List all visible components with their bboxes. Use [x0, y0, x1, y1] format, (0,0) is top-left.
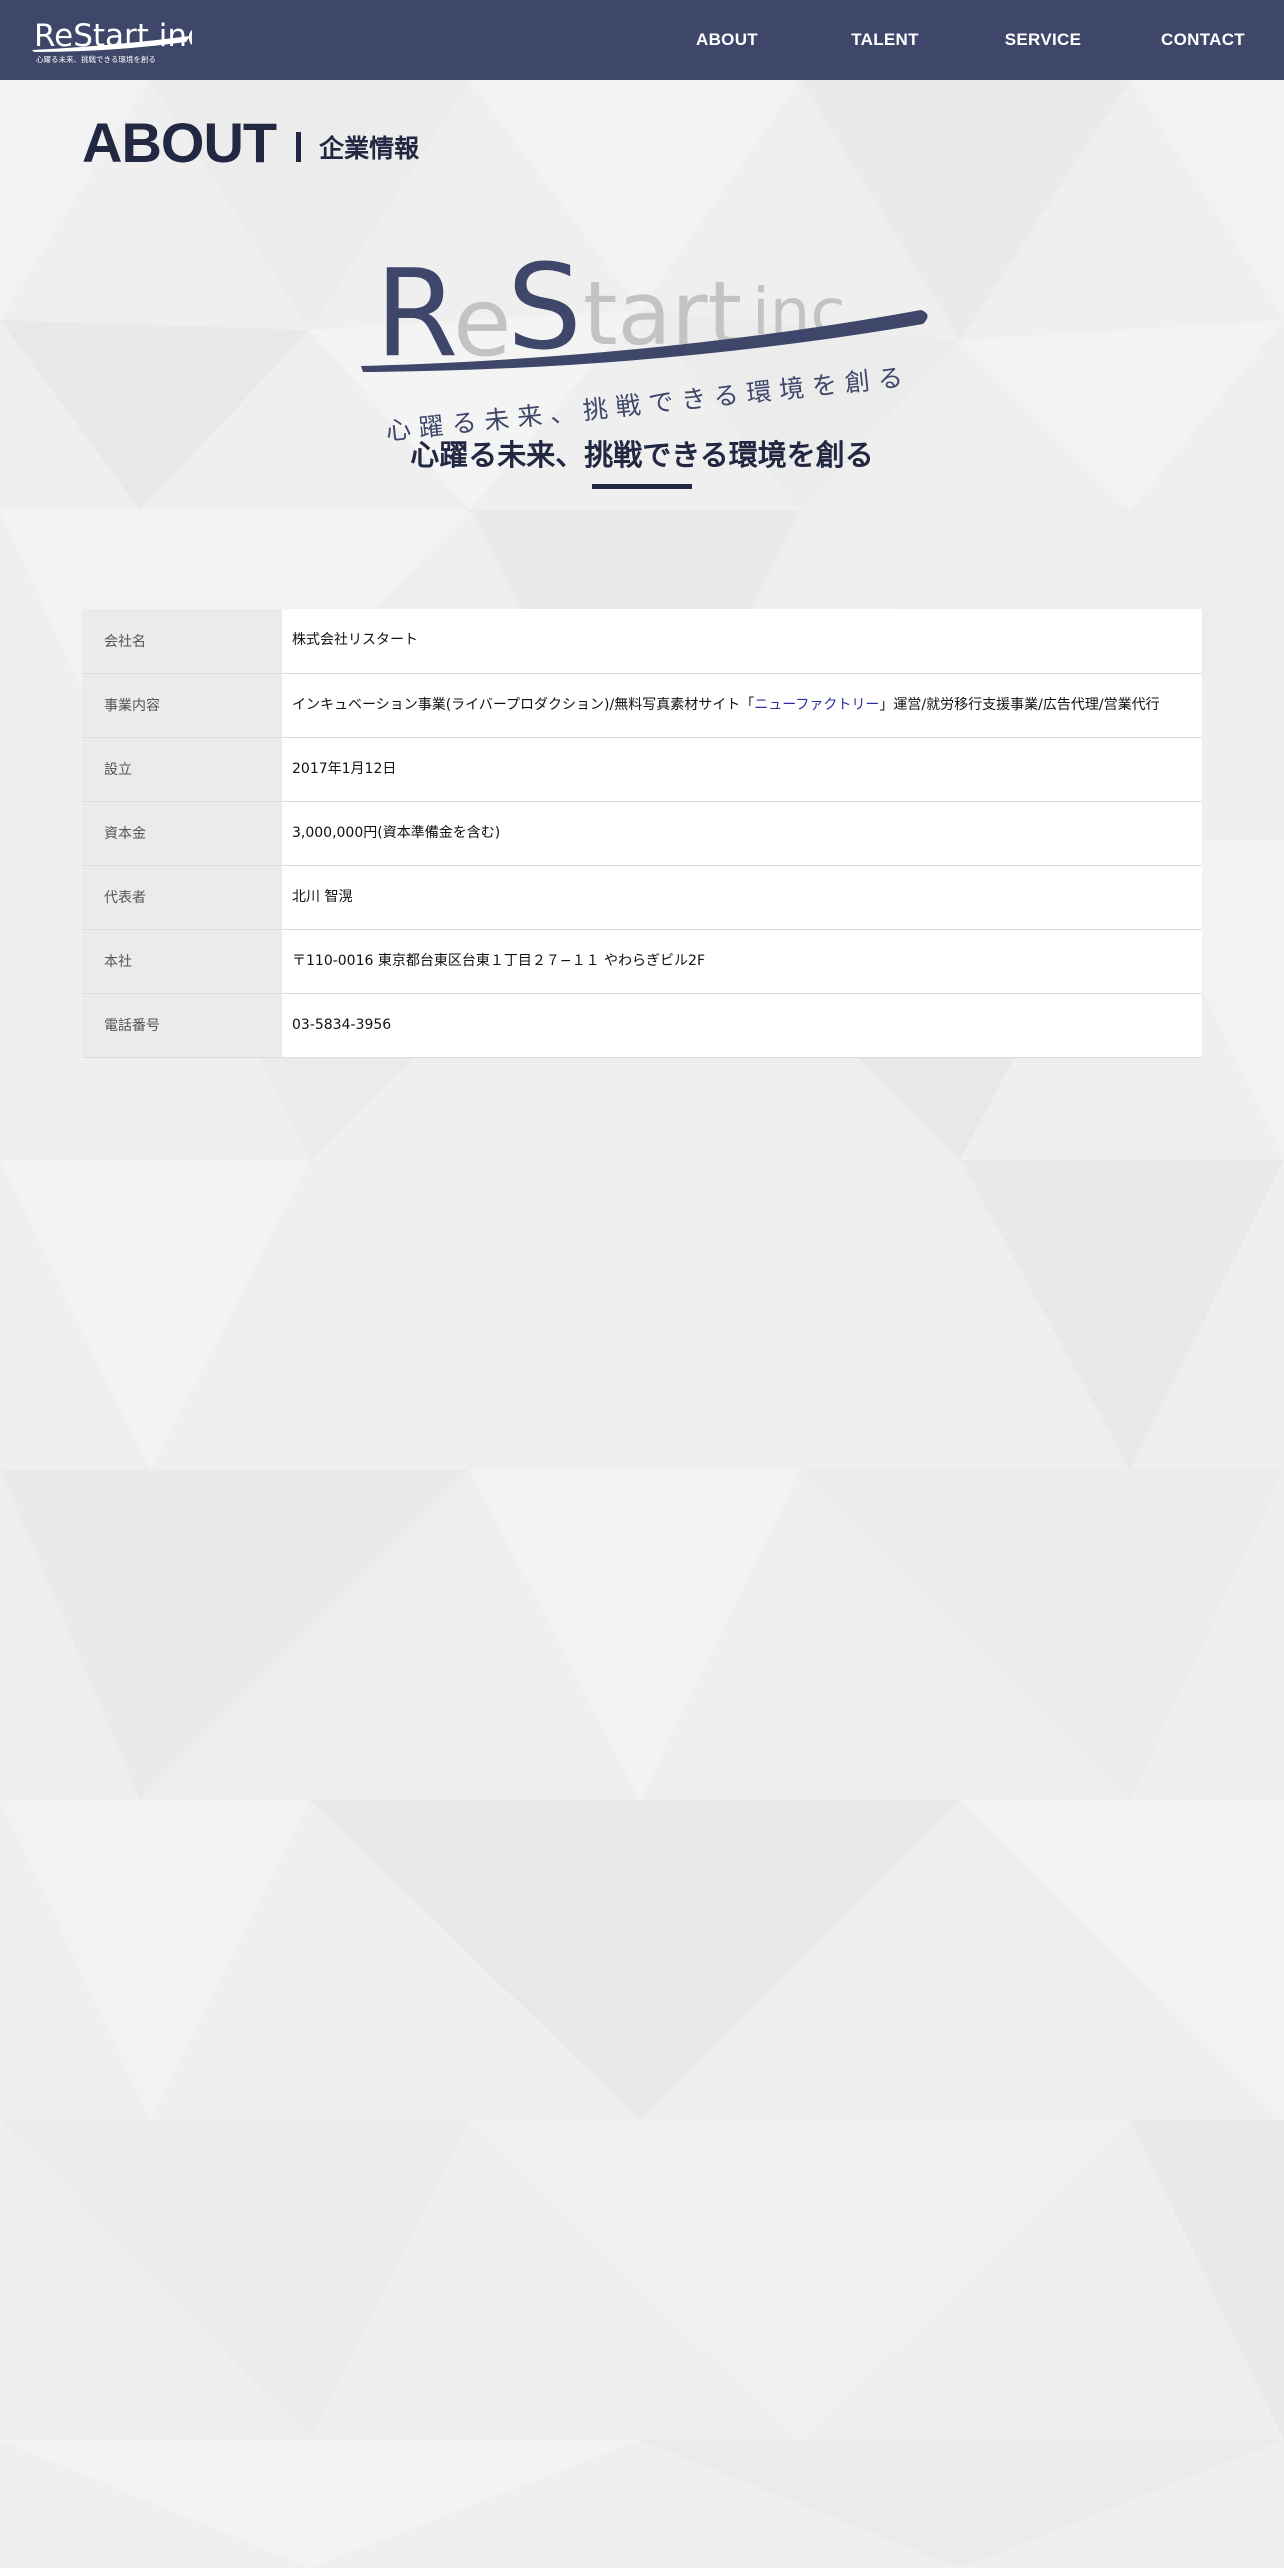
tagline-underline [592, 484, 692, 489]
row-label-company-name: 会社名 [82, 609, 282, 673]
row-label-founded: 設立 [82, 737, 282, 801]
page-title-ja: 企業情報 [319, 133, 420, 163]
table-row: 会社名 株式会社リスタート [82, 609, 1202, 673]
company-tagline: 心躍る未来、挑戦できる環境を創る [410, 438, 874, 472]
table-row: 資本金 3,000,000円(資本準備金を含む) [82, 801, 1202, 865]
business-text-after: 」運営/就労移行支援事業/広告代理/営業代行 [879, 696, 1160, 713]
nav-talent[interactable]: TALENT [806, 0, 964, 80]
header-logo[interactable]: ReStart inc. 心躍る未来、挑戦できる環境を創る [32, 14, 192, 64]
table-row: 電話番号 03-5834-3956 [82, 993, 1202, 1057]
row-label-business: 事業内容 [82, 673, 282, 737]
row-label-phone: 電話番号 [82, 993, 282, 1057]
table-row: 本社 〒110-0016 東京都台東区台東１丁目２７−１１ やわらぎビル2F [82, 929, 1202, 993]
header-logo-tagline: 心躍る未来、挑戦できる環境を創る [36, 54, 156, 64]
page-title: ABOUT 企業情報 [82, 110, 419, 175]
main-nav: ABOUT TALENT SERVICE CONTACT [648, 0, 1284, 80]
nav-service[interactable]: SERVICE [964, 0, 1122, 80]
table-row: 事業内容 インキュベーション事業(ライバープロダクション)/無料写真素材サイト「… [82, 673, 1202, 737]
row-value-capital: 3,000,000円(資本準備金を含む) [292, 824, 501, 841]
nav-about[interactable]: ABOUT [648, 0, 806, 80]
row-label-headquarters: 本社 [82, 929, 282, 993]
company-info-table: 会社名 株式会社リスタート 事業内容 インキュベーション事業(ライバープロダクシ… [82, 609, 1202, 1058]
row-value-founded: 2017年1月12日 [292, 760, 397, 777]
table-row: 設立 2017年1月12日 [82, 737, 1202, 801]
row-value-business: インキュベーション事業(ライバープロダクション)/無料写真素材サイト「ニューファ… [282, 673, 1202, 737]
row-label-representative: 代表者 [82, 865, 282, 929]
row-value-representative: 北川 智滉 [292, 888, 353, 905]
new-factory-link[interactable]: ニューファクトリー [754, 697, 879, 713]
table-row: 代表者 北川 智滉 [82, 865, 1202, 929]
nav-contact[interactable]: CONTACT [1122, 0, 1284, 80]
site-header: ReStart inc. 心躍る未来、挑戦できる環境を創る ABOUT TALE… [0, 0, 1284, 80]
row-label-capital: 資本金 [82, 801, 282, 865]
business-text-before: インキュベーション事業(ライバープロダクション)/無料写真素材サイト「 [292, 696, 755, 713]
row-value-phone: 03-5834-3956 [292, 1016, 392, 1033]
page-title-divider [296, 131, 302, 162]
row-value-headquarters: 〒110-0016 東京都台東区台東１丁目２７−１１ やわらぎビル2F [292, 952, 705, 969]
page-title-en: ABOUT [82, 111, 277, 174]
row-value-company-name: 株式会社リスタート [292, 632, 418, 649]
